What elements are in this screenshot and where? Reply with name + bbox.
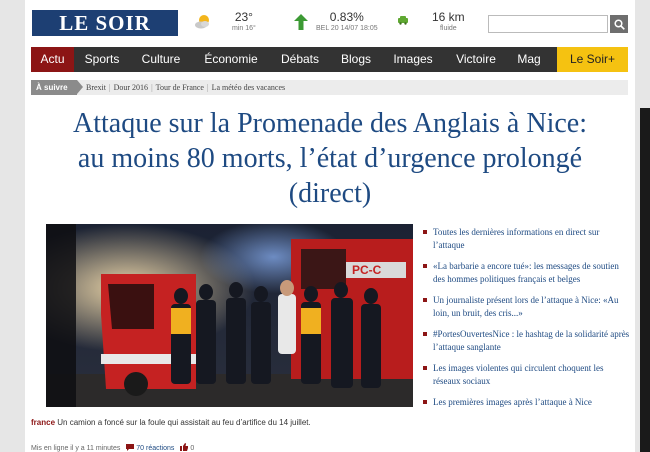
main-nav: Actu Sports Culture Économie Débats Blog… bbox=[31, 47, 628, 72]
traffic-value: 16 km bbox=[432, 10, 465, 24]
thumbs-up-icon[interactable] bbox=[180, 443, 189, 451]
related-article[interactable]: Toutes les dernières informations en dir… bbox=[423, 226, 631, 252]
published-time: Mis en ligne il y a 11 minutes bbox=[31, 445, 121, 452]
related-articles-list: Toutes les dernières informations en dir… bbox=[423, 226, 631, 417]
nav-item-actu[interactable]: Actu bbox=[31, 47, 74, 72]
article-meta: Mis en ligne il y a 11 minutes 70 réacti… bbox=[31, 443, 194, 452]
caption-source[interactable]: france bbox=[31, 418, 55, 427]
article-title-line2: au moins 80 morts, l’état d’urgence prol… bbox=[77, 143, 583, 174]
photo-caption: france Un camion a foncé sur la foule qu… bbox=[31, 418, 411, 427]
bullet-icon bbox=[423, 264, 427, 268]
bourse-value: 0.83% bbox=[329, 10, 364, 24]
article-title[interactable]: Attaque sur la Promenade des Anglais à N… bbox=[30, 106, 630, 211]
car-icon bbox=[398, 16, 408, 25]
article-title-line3: (direct) bbox=[288, 178, 372, 209]
a-suivre-bar: À suivre Brexit | Dour 2016 | Tour de France… bbox=[31, 80, 628, 95]
traffic-widget[interactable]: 16 km fluide bbox=[432, 10, 465, 32]
search-icon bbox=[613, 18, 625, 30]
sun-cloud-icon bbox=[195, 15, 209, 29]
arrow-up-icon bbox=[294, 14, 308, 30]
likes-count: 0 bbox=[190, 445, 195, 452]
site-logo[interactable]: LE SOIR bbox=[32, 10, 178, 36]
search-button[interactable] bbox=[610, 15, 628, 33]
related-article[interactable]: «La barbarie a encore tué»: les messages… bbox=[423, 260, 631, 286]
nav-item-economie[interactable]: Économie bbox=[200, 47, 262, 72]
nav-item-mag[interactable]: Mag bbox=[512, 47, 546, 72]
article-photo[interactable]: PC-C bbox=[46, 224, 413, 407]
nav-item-sports[interactable]: Sports bbox=[77, 47, 127, 72]
suivre-link-tour[interactable]: Tour de France bbox=[156, 83, 204, 92]
suivre-link-brexit[interactable]: Brexit bbox=[86, 83, 106, 92]
weather-temp: 23° bbox=[234, 10, 253, 24]
nav-item-culture[interactable]: Culture bbox=[136, 47, 186, 72]
related-article[interactable]: #PortesOuvertesNice : le hashtag de la s… bbox=[423, 328, 631, 354]
weather-min: min 16° bbox=[232, 25, 256, 32]
search-input[interactable] bbox=[488, 15, 608, 33]
bourse-label: BEL 20 14/07 18:05 bbox=[316, 25, 378, 32]
reactions-link[interactable]: 70 réactions bbox=[136, 445, 174, 452]
nav-item-blogs[interactable]: Blogs bbox=[336, 47, 376, 72]
bullet-icon bbox=[423, 230, 427, 234]
bullet-icon bbox=[423, 298, 427, 302]
nav-item-victoire[interactable]: Victoire bbox=[452, 47, 500, 72]
bullet-icon bbox=[423, 332, 427, 336]
nav-item-images[interactable]: Images bbox=[388, 47, 438, 72]
traffic-label: fluide bbox=[439, 25, 457, 32]
nav-item-debats[interactable]: Débats bbox=[277, 47, 323, 72]
weather-widget[interactable]: 23° min 16° bbox=[232, 10, 256, 32]
bullet-icon bbox=[423, 400, 427, 404]
suivre-link-dour[interactable]: Dour 2016 bbox=[114, 83, 148, 92]
nav-item-lesoirplus[interactable]: Le Soir+ bbox=[557, 47, 628, 72]
suivre-link-meteo[interactable]: La météo des vacances bbox=[212, 83, 286, 92]
a-suivre-links: Brexit | Dour 2016 | Tour de France | La météo… bbox=[86, 83, 286, 92]
bullet-icon bbox=[423, 366, 427, 370]
related-article[interactable]: Les images violentes qui circulent choqu… bbox=[423, 362, 631, 388]
caption-text: Un camion a foncé sur la foule qui assis… bbox=[57, 418, 311, 427]
article-title-line1: Attaque sur la Promenade des Anglais à N… bbox=[73, 108, 587, 139]
related-article[interactable]: Un journaliste présent lors de l’attaque… bbox=[423, 294, 631, 320]
truck-sign: PC-C bbox=[352, 263, 382, 277]
side-advert-strip bbox=[640, 108, 650, 452]
related-article[interactable]: Les premières images après l’attaque à N… bbox=[423, 396, 631, 409]
bourse-widget[interactable]: 0.83% BEL 20 14/07 18:05 bbox=[316, 10, 378, 32]
a-suivre-label: À suivre bbox=[31, 80, 83, 95]
comment-icon bbox=[126, 444, 135, 451]
